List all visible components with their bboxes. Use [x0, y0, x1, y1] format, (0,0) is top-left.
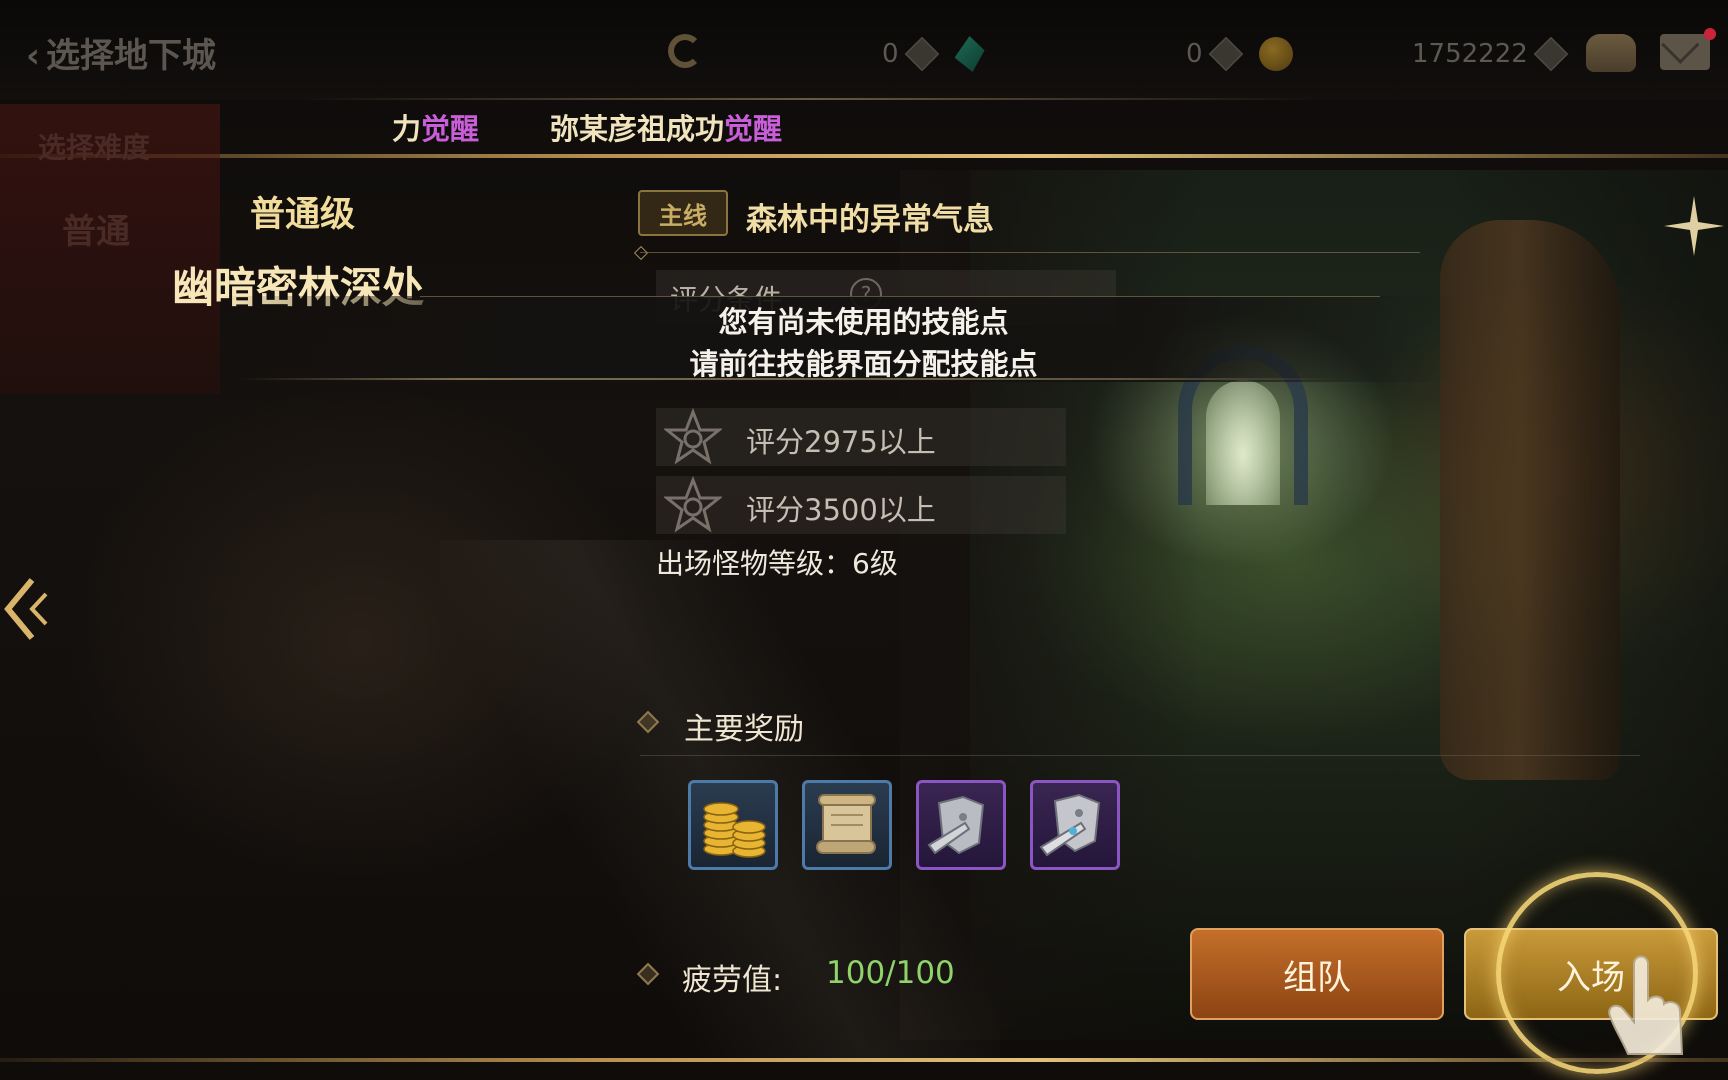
- currency-other: 1752222: [1412, 34, 1569, 74]
- fatigue-value: 100/100: [826, 955, 955, 991]
- plus-icon[interactable]: [904, 36, 939, 72]
- currency-gold: 0: [1186, 34, 1293, 74]
- reward-item[interactable]: [802, 780, 892, 870]
- notice-message-2: 弥某彦祖成功觉醒: [550, 112, 783, 146]
- top-bar: ‹ 选择地下城 0 0 1752222: [0, 0, 1728, 100]
- plus-icon[interactable]: [1533, 36, 1569, 72]
- quest-title: 森林中的异常气息: [746, 202, 994, 238]
- pointing-hand-icon: [1608, 955, 1684, 1055]
- scroll-icon: [816, 794, 876, 854]
- armor-set-icon: [1039, 793, 1101, 857]
- star-icon: [664, 408, 722, 465]
- monster-level: 出场怪物等级：6级: [656, 547, 898, 580]
- currency-amount: 0: [882, 39, 899, 69]
- gold-coins-icon: [703, 802, 766, 858]
- star-icon: [664, 476, 722, 533]
- team-button[interactable]: 组队: [1190, 928, 1444, 1020]
- notice-message-1: 力觉醒: [392, 112, 480, 146]
- sparkle-icon: [1664, 196, 1724, 256]
- screen-title[interactable]: ‹ 选择地下城: [26, 28, 216, 77]
- plus-icon[interactable]: [1208, 36, 1243, 72]
- reward-item[interactable]: [916, 780, 1006, 870]
- armor-piece-icon: [927, 795, 985, 855]
- toast-message-line2: 请前往技能界面分配技能点: [689, 347, 1038, 381]
- chevron-left-icon: [4, 578, 48, 640]
- quest-type-tag: 主线: [638, 190, 728, 236]
- divider: [640, 252, 1420, 253]
- rating-condition-text: 评分3500以上: [746, 493, 936, 527]
- fatigue-label: 疲劳值:: [682, 963, 783, 998]
- difficulty-label: 普通级: [250, 195, 356, 235]
- gold-coin-icon: [1258, 37, 1293, 71]
- rewards-title: 主要奖励: [684, 712, 804, 747]
- reward-item[interactable]: [688, 780, 778, 870]
- divider: [640, 755, 1640, 756]
- toast-message-line1: 您有尚未使用的技能点: [718, 305, 1009, 339]
- reward-item[interactable]: [1030, 780, 1120, 870]
- gift-bag-icon[interactable]: [1586, 34, 1636, 72]
- currency-gem: 0: [882, 34, 985, 74]
- difficulty-option[interactable]: 普通: [62, 204, 130, 253]
- notification-dot: [1704, 28, 1716, 40]
- divider: [0, 1058, 1728, 1062]
- rating-condition-text: 评分2975以上: [746, 425, 936, 459]
- currency-amount: 0: [1186, 39, 1203, 69]
- currency-amount: 1752222: [1412, 39, 1528, 69]
- refresh-icon[interactable]: [668, 34, 702, 68]
- divider: [0, 154, 1728, 158]
- gem-icon: [954, 36, 985, 72]
- mail-icon[interactable]: [1660, 34, 1710, 70]
- difficulty-header: 选择难度: [38, 131, 151, 164]
- chevron-left-icon: ‹: [26, 36, 41, 76]
- back-arrow-button[interactable]: [2, 576, 50, 642]
